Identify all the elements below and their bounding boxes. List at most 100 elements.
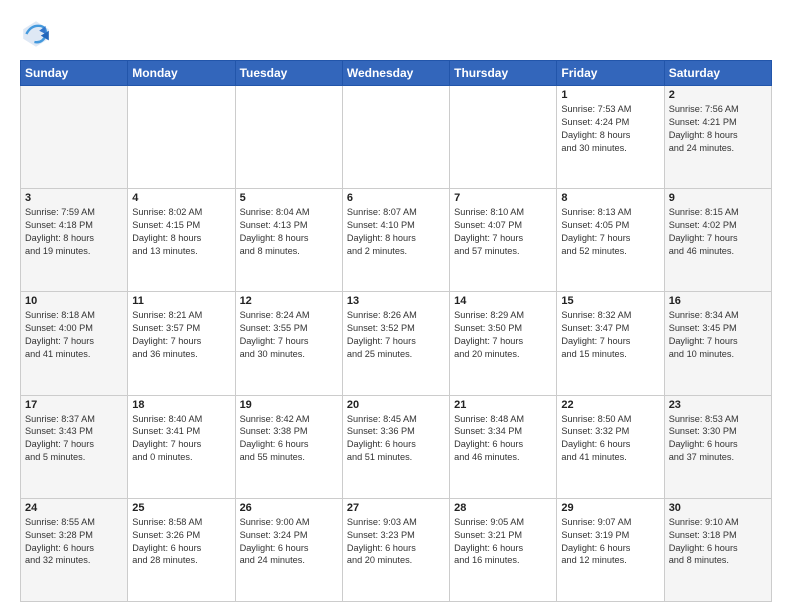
calendar-cell: 9 Sunrise: 8:15 AM Sunset: 4:02 PM Daylig… (664, 189, 771, 292)
day-number: 23 (669, 399, 767, 411)
day-number: 20 (347, 399, 445, 411)
weekday-header-tuesday: Tuesday (235, 61, 342, 86)
day-info: Sunrise: 9:10 AM Sunset: 3:18 PM Dayligh… (669, 516, 767, 568)
day-info: Sunrise: 8:34 AM Sunset: 3:45 PM Dayligh… (669, 309, 767, 361)
calendar-cell: 21Sunrise: 8:48 AM Sunset: 3:34 PM Dayli… (450, 395, 557, 498)
calendar-cell: 6 Sunrise: 8:07 AM Sunset: 4:10 PM Daylig… (342, 189, 449, 292)
day-number: 8 (561, 192, 659, 204)
week-row-3: 10 Sunrise: 8:18 AM Sunset: 4:00 PM Dayli… (21, 292, 772, 395)
weekday-header-friday: Friday (557, 61, 664, 86)
weekday-header-saturday: Saturday (664, 61, 771, 86)
day-info: Sunrise: 8:18 AM Sunset: 4:00 PM Dayligh… (25, 309, 123, 361)
day-number: 1 (561, 89, 659, 101)
calendar-cell: 5 Sunrise: 8:04 AM Sunset: 4:13 PM Daylig… (235, 189, 342, 292)
day-info: Sunrise: 8:26 AM Sunset: 3:52 PM Dayligh… (347, 309, 445, 361)
day-info: Sunrise: 8:45 AM Sunset: 3:36 PM Dayligh… (347, 413, 445, 465)
calendar-cell: 17 Sunrise: 8:37 AM Sunset: 3:43 PM Dayli… (21, 395, 128, 498)
page: SundayMondayTuesdayWednesdayThursdayFrid… (0, 0, 792, 612)
calendar-cell: 16 Sunrise: 8:34 AM Sunset: 3:45 PM Dayli… (664, 292, 771, 395)
header (20, 18, 772, 50)
calendar-cell: 13Sunrise: 8:26 AM Sunset: 3:52 PM Dayli… (342, 292, 449, 395)
day-number: 28 (454, 502, 552, 514)
day-number: 12 (240, 295, 338, 307)
calendar-cell: 11 Sunrise: 8:21 AM Sunset: 3:57 PM Dayli… (128, 292, 235, 395)
day-info: Sunrise: 9:07 AM Sunset: 3:19 PM Dayligh… (561, 516, 659, 568)
day-number: 6 (347, 192, 445, 204)
calendar-cell: 27 Sunrise: 9:03 AM Sunset: 3:23 PM Dayli… (342, 498, 449, 601)
day-number: 29 (561, 502, 659, 514)
day-info: Sunrise: 8:32 AM Sunset: 3:47 PM Dayligh… (561, 309, 659, 361)
day-info: Sunrise: 8:50 AM Sunset: 3:32 PM Dayligh… (561, 413, 659, 465)
day-number: 24 (25, 502, 123, 514)
week-row-5: 24 Sunrise: 8:55 AM Sunset: 3:28 PM Dayli… (21, 498, 772, 601)
day-number: 5 (240, 192, 338, 204)
calendar-cell: 7 Sunrise: 8:10 AM Sunset: 4:07 PM Daylig… (450, 189, 557, 292)
weekday-header-monday: Monday (128, 61, 235, 86)
calendar-cell (450, 86, 557, 189)
day-number: 15 (561, 295, 659, 307)
day-info: Sunrise: 8:07 AM Sunset: 4:10 PM Dayligh… (347, 206, 445, 258)
day-info: Sunrise: 8:40 AM Sunset: 3:41 PM Dayligh… (132, 413, 230, 465)
week-row-1: 1Sunrise: 7:53 AM Sunset: 4:24 PM Daylig… (21, 86, 772, 189)
day-info: Sunrise: 9:05 AM Sunset: 3:21 PM Dayligh… (454, 516, 552, 568)
calendar-cell: 26 Sunrise: 9:00 AM Sunset: 3:24 PM Dayli… (235, 498, 342, 601)
day-number: 7 (454, 192, 552, 204)
day-info: Sunrise: 8:02 AM Sunset: 4:15 PM Dayligh… (132, 206, 230, 258)
day-info: Sunrise: 8:24 AM Sunset: 3:55 PM Dayligh… (240, 309, 338, 361)
day-number: 25 (132, 502, 230, 514)
day-number: 2 (669, 89, 767, 101)
day-info: Sunrise: 8:55 AM Sunset: 3:28 PM Dayligh… (25, 516, 123, 568)
calendar-cell: 18Sunrise: 8:40 AM Sunset: 3:41 PM Dayli… (128, 395, 235, 498)
calendar-cell: 22 Sunrise: 8:50 AM Sunset: 3:32 PM Dayli… (557, 395, 664, 498)
day-number: 3 (25, 192, 123, 204)
calendar-cell: 29 Sunrise: 9:07 AM Sunset: 3:19 PM Dayli… (557, 498, 664, 601)
day-number: 17 (25, 399, 123, 411)
calendar-cell: 2Sunrise: 7:56 AM Sunset: 4:21 PM Daylig… (664, 86, 771, 189)
calendar-cell: 23Sunrise: 8:53 AM Sunset: 3:30 PM Dayli… (664, 395, 771, 498)
day-number: 19 (240, 399, 338, 411)
calendar-cell: 19Sunrise: 8:42 AM Sunset: 3:38 PM Dayli… (235, 395, 342, 498)
calendar-header: SundayMondayTuesdayWednesdayThursdayFrid… (21, 61, 772, 86)
calendar-cell: 4 Sunrise: 8:02 AM Sunset: 4:15 PM Daylig… (128, 189, 235, 292)
weekday-header-row: SundayMondayTuesdayWednesdayThursdayFrid… (21, 61, 772, 86)
week-row-4: 17 Sunrise: 8:37 AM Sunset: 3:43 PM Dayli… (21, 395, 772, 498)
calendar-cell: 8Sunrise: 8:13 AM Sunset: 4:05 PM Daylig… (557, 189, 664, 292)
day-number: 11 (132, 295, 230, 307)
calendar-cell: 1Sunrise: 7:53 AM Sunset: 4:24 PM Daylig… (557, 86, 664, 189)
logo (20, 18, 56, 50)
calendar-cell: 20 Sunrise: 8:45 AM Sunset: 3:36 PM Dayli… (342, 395, 449, 498)
calendar-cell (342, 86, 449, 189)
calendar-cell: 14Sunrise: 8:29 AM Sunset: 3:50 PM Dayli… (450, 292, 557, 395)
day-number: 22 (561, 399, 659, 411)
day-number: 4 (132, 192, 230, 204)
day-info: Sunrise: 7:59 AM Sunset: 4:18 PM Dayligh… (25, 206, 123, 258)
day-info: Sunrise: 9:00 AM Sunset: 3:24 PM Dayligh… (240, 516, 338, 568)
day-info: Sunrise: 8:58 AM Sunset: 3:26 PM Dayligh… (132, 516, 230, 568)
calendar-cell: 25 Sunrise: 8:58 AM Sunset: 3:26 PM Dayli… (128, 498, 235, 601)
calendar-cell: 30 Sunrise: 9:10 AM Sunset: 3:18 PM Dayli… (664, 498, 771, 601)
weekday-header-sunday: Sunday (21, 61, 128, 86)
day-number: 10 (25, 295, 123, 307)
day-info: Sunrise: 8:10 AM Sunset: 4:07 PM Dayligh… (454, 206, 552, 258)
day-number: 27 (347, 502, 445, 514)
day-number: 9 (669, 192, 767, 204)
calendar-cell (128, 86, 235, 189)
day-info: Sunrise: 8:15 AM Sunset: 4:02 PM Dayligh… (669, 206, 767, 258)
day-number: 30 (669, 502, 767, 514)
weekday-header-wednesday: Wednesday (342, 61, 449, 86)
calendar-cell (21, 86, 128, 189)
day-number: 14 (454, 295, 552, 307)
weekday-header-thursday: Thursday (450, 61, 557, 86)
day-info: Sunrise: 8:04 AM Sunset: 4:13 PM Dayligh… (240, 206, 338, 258)
day-info: Sunrise: 8:21 AM Sunset: 3:57 PM Dayligh… (132, 309, 230, 361)
calendar-cell: 10 Sunrise: 8:18 AM Sunset: 4:00 PM Dayli… (21, 292, 128, 395)
calendar-cell (235, 86, 342, 189)
day-info: Sunrise: 9:03 AM Sunset: 3:23 PM Dayligh… (347, 516, 445, 568)
day-info: Sunrise: 8:48 AM Sunset: 3:34 PM Dayligh… (454, 413, 552, 465)
day-number: 26 (240, 502, 338, 514)
day-info: Sunrise: 8:37 AM Sunset: 3:43 PM Dayligh… (25, 413, 123, 465)
logo-icon (20, 18, 52, 50)
week-row-2: 3 Sunrise: 7:59 AM Sunset: 4:18 PM Daylig… (21, 189, 772, 292)
calendar-body: 1Sunrise: 7:53 AM Sunset: 4:24 PM Daylig… (21, 86, 772, 602)
day-number: 16 (669, 295, 767, 307)
